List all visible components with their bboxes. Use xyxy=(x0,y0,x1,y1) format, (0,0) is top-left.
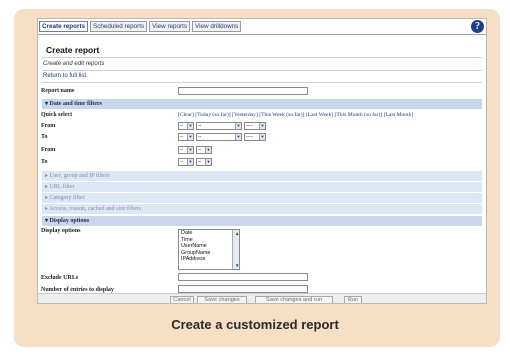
scroll-up-icon[interactable]: ▲ xyxy=(235,230,239,237)
help-icon[interactable]: ? xyxy=(471,20,484,33)
from-time-label: From xyxy=(41,147,56,153)
section-category-filter[interactable]: ▸ Category filter xyxy=(42,193,482,203)
from-year-select[interactable]: ---- ▼ xyxy=(244,122,266,130)
list-item[interactable]: UserName xyxy=(179,243,239,250)
listbox-scrollbar[interactable]: ▲ ▼ xyxy=(232,230,239,269)
chevron-down-icon: ▼ xyxy=(187,134,193,140)
chevron-down-icon: ▼ xyxy=(259,123,265,129)
exclude-urls-label: Exclude URLs xyxy=(41,275,79,281)
display-options-listbox[interactable]: Date Time UserName GroupName IPAddress ▲… xyxy=(178,229,240,270)
from-hour-select[interactable]: -- ▼ xyxy=(178,146,194,154)
section-display-options[interactable]: ▾ Display options xyxy=(42,216,482,226)
caption: Create a customized report xyxy=(171,317,339,332)
tab-scheduled-reports[interactable]: Scheduled reports xyxy=(90,21,148,32)
section-access-filters[interactable]: ▸ Access, reason, cached and size filter… xyxy=(42,204,482,214)
chevron-down-icon: ▼ xyxy=(187,123,193,129)
from-label: From xyxy=(41,123,56,129)
save-and-run-button[interactable]: Save changes and run xyxy=(255,296,333,303)
to-month-select[interactable]: -- ▼ xyxy=(196,133,242,141)
section-user-group-ip-filters[interactable]: ▸ User, group and IP filters xyxy=(42,171,482,181)
page-title: Create report xyxy=(46,45,100,55)
cancel-button[interactable]: Cancel xyxy=(170,296,194,303)
list-item[interactable]: IPAddress xyxy=(179,256,239,263)
divider xyxy=(42,57,482,58)
select-value: -- xyxy=(198,123,202,129)
section-url-filter[interactable]: ▸ URL filter xyxy=(42,182,482,192)
app-window: Create reports Scheduled reports View re… xyxy=(37,18,487,304)
chevron-down-icon: ▼ xyxy=(205,159,211,165)
divider xyxy=(42,70,482,71)
to-year-select[interactable]: ---- ▼ xyxy=(244,133,266,141)
tab-create-reports[interactable]: Create reports xyxy=(39,21,89,32)
quick-select-label: Quick select xyxy=(41,112,73,118)
select-value: -- xyxy=(198,159,202,165)
scroll-down-icon[interactable]: ▼ xyxy=(235,262,239,269)
select-value: -- xyxy=(180,147,184,153)
list-item[interactable]: Time xyxy=(179,237,239,244)
from-minute-select[interactable]: -- ▼ xyxy=(196,146,212,154)
tab-view-drilldowns[interactable]: View drilldowns xyxy=(192,21,242,32)
from-day-select[interactable]: -- ▼ xyxy=(178,122,194,130)
display-options-label: Display options xyxy=(41,228,81,234)
list-item[interactable]: Date xyxy=(179,230,239,237)
select-value: ---- xyxy=(246,134,253,140)
chevron-down-icon: ▼ xyxy=(187,147,193,153)
to-hour-select[interactable]: -- ▼ xyxy=(178,158,194,166)
button-bar: Cancel Save changes Save changes and run… xyxy=(38,293,486,303)
chevron-down-icon: ▼ xyxy=(205,147,211,153)
divider xyxy=(42,82,482,83)
select-value: -- xyxy=(198,134,202,140)
select-value: -- xyxy=(180,159,184,165)
select-value: -- xyxy=(198,147,202,153)
select-value: -- xyxy=(180,134,184,140)
to-minute-select[interactable]: -- ▼ xyxy=(196,158,212,166)
chevron-down-icon: ▼ xyxy=(235,134,241,140)
select-value: -- xyxy=(180,123,184,129)
to-time-label: To xyxy=(41,159,48,165)
list-item[interactable]: GroupName xyxy=(179,250,239,257)
return-link[interactable]: Return to full list. xyxy=(43,73,88,79)
tab-view-reports[interactable]: View reports xyxy=(149,21,191,32)
run-button[interactable]: Run xyxy=(344,296,362,303)
chevron-down-icon: ▼ xyxy=(187,159,193,165)
quick-select-links[interactable]: [Clear] [Today (so far)] [Yesterday] [Th… xyxy=(178,112,413,118)
to-label: To xyxy=(41,134,48,140)
chevron-down-icon: ▼ xyxy=(235,123,241,129)
report-name-label: Report name xyxy=(41,88,75,94)
tab-divider xyxy=(38,34,486,35)
chevron-down-icon: ▼ xyxy=(259,134,265,140)
to-day-select[interactable]: -- ▼ xyxy=(178,133,194,141)
select-value: ---- xyxy=(246,123,253,129)
page-subtitle: Create and edit reports xyxy=(43,61,105,67)
save-button[interactable]: Save changes xyxy=(197,296,247,303)
section-date-time-filters[interactable]: ▾ Date and time filters xyxy=(42,99,482,109)
report-name-input[interactable] xyxy=(178,87,308,95)
tab-bar: Create reports Scheduled reports View re… xyxy=(39,21,242,32)
entries-input[interactable] xyxy=(178,285,308,293)
scroll-track[interactable] xyxy=(235,237,239,262)
exclude-urls-input[interactable] xyxy=(178,273,308,281)
from-month-select[interactable]: -- ▼ xyxy=(196,122,242,130)
